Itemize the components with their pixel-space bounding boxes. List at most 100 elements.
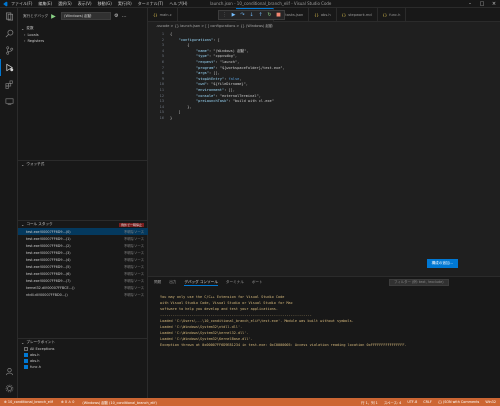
callstack-section: ⌄ コール スタック 例外で一時停止 test.exe!00007FF6D9...… xyxy=(18,220,148,298)
chevron-right-icon: › xyxy=(24,39,26,43)
paused-on-exception-badge: 例外で一時停止 xyxy=(118,222,144,227)
file-type-icon: {} xyxy=(314,13,319,17)
search-icon[interactable] xyxy=(0,25,18,42)
breakpoint-checkbox[interactable] xyxy=(24,353,28,357)
tab-label: abs.h xyxy=(320,13,331,17)
callstack-frame[interactable]: ntdll.dll!00007FFBD0...() 不明なソース xyxy=(18,291,148,298)
stop-icon[interactable]: ■ xyxy=(275,12,282,18)
remote-explorer-icon[interactable] xyxy=(0,93,18,110)
explorer-icon[interactable] xyxy=(0,8,18,25)
menu-item[interactable]: 編集(E) xyxy=(38,1,52,6)
line-text: } xyxy=(170,115,173,120)
breakpoints-section-header[interactable]: ⌄ ブレークポイント xyxy=(18,338,148,346)
step-over-icon[interactable]: ↷ xyxy=(239,12,246,18)
drag-handle-icon[interactable]: ⋮ xyxy=(221,12,228,18)
frame-name: kernel32.dll!00007FFBCE...() xyxy=(26,285,75,290)
frame-source: 不明なソース xyxy=(123,230,144,234)
editor-tab[interactable]: {} stepwork.md xyxy=(337,8,378,22)
callstack-frame[interactable]: test.exe!00007FF6D9...(2) 不明なソース xyxy=(18,242,148,249)
source-control-icon[interactable] xyxy=(0,42,18,59)
panel-tab[interactable]: ターミナル xyxy=(226,280,244,285)
status-item[interactable]: 行 1、列 1 xyxy=(361,400,378,405)
panel-tab[interactable]: ポート xyxy=(252,280,263,285)
continue-icon[interactable]: ▶ xyxy=(230,12,237,18)
panel-tab[interactable]: 問題 xyxy=(154,280,161,285)
code-editor[interactable]: 1{2 "configurations": [3 {4 "name": "(Wi… xyxy=(148,30,500,122)
variables-item[interactable]: › Registers xyxy=(18,38,147,44)
maximize-icon[interactable]: □ xyxy=(476,0,488,8)
menu-item[interactable]: 移動(G) xyxy=(98,1,112,6)
frame-source: 不明なソース xyxy=(123,272,144,276)
callstack-frame[interactable]: test.exe!00007FF6D9...(4) 不明なソース xyxy=(18,256,148,263)
status-launch-config[interactable]: (Windows) 起動 (10_conditional_branch_elif… xyxy=(82,400,156,405)
restart-icon[interactable]: ↻ xyxy=(266,12,273,18)
status-debug-target[interactable]: ⊗ 10_conditional_branch_elif xyxy=(4,400,53,404)
more-actions-icon[interactable]: … xyxy=(122,13,127,19)
chevron-down-icon: ⌄ xyxy=(21,162,25,167)
callstack-frame[interactable]: test.exe!00007FF6D9...(7) 不明なソース xyxy=(18,277,148,284)
panel-tab[interactable]: デバッグ コンソール xyxy=(184,280,218,286)
frame-source: 不明なソース xyxy=(123,279,144,283)
launch-config-select[interactable]: (Windows) 起動 xyxy=(61,12,112,20)
frame-source: 不明なソース xyxy=(123,244,144,248)
file-type-icon: {} xyxy=(341,13,347,17)
callstack-frame[interactable]: test.exe!00007FF6D9...(1) 不明なソース xyxy=(18,235,148,242)
status-item[interactable]: Win32 xyxy=(485,400,496,405)
callstack-frame[interactable]: test.exe!00007FF6D9...(5) 不明なソース xyxy=(18,263,148,270)
editor-tabs: {}main.c{}launch.json{}tasks.json{}abs.h… xyxy=(148,8,500,22)
account-icon[interactable] xyxy=(0,363,18,380)
editor-group: {}main.c{}launch.json{}tasks.json{}abs.h… xyxy=(148,8,500,276)
run-debug-icon[interactable] xyxy=(0,59,18,76)
menu-item[interactable]: ヘルプ(H) xyxy=(169,1,187,6)
close-icon[interactable]: × xyxy=(488,0,500,8)
watch-section-header[interactable]: ⌄ ウォッチ式 xyxy=(18,160,148,168)
menu-item[interactable]: 選択(S) xyxy=(58,1,72,6)
breakpoint-checkbox[interactable] xyxy=(24,347,28,351)
editor-tab[interactable]: {} abs.h xyxy=(309,8,337,22)
breadcrumb[interactable]: .vscode > {} launch.json > [ ] configura… xyxy=(148,22,500,30)
callstack-frame[interactable]: test.exe!00007FF6D9...(6) 不明なソース xyxy=(18,270,148,277)
frame-source: 不明なソース xyxy=(123,286,144,290)
bottom-panel: 問題 出力 デバッグ コンソール ターミナル ポート フィルター (例: text, !… xyxy=(148,276,500,398)
status-item[interactable]: CRLF xyxy=(423,400,432,405)
step-into-icon[interactable]: ↓ xyxy=(248,12,255,18)
breakpoint-item[interactable]: func.h xyxy=(18,364,148,370)
breakpoint-checkbox[interactable] xyxy=(24,359,28,363)
frame-source: 不明なソース xyxy=(123,251,144,255)
debug-console-filter-input[interactable]: フィルター (例: text, !exclude) xyxy=(389,279,449,286)
chevron-down-icon: ⌄ xyxy=(21,222,25,227)
callstack-frame[interactable]: test.exe!00007FF6D9...(0) 不明なソース xyxy=(18,228,148,235)
status-item[interactable]: {} JSON with Comments xyxy=(438,400,479,405)
gear-icon[interactable] xyxy=(0,380,18,397)
status-problems[interactable]: ⊗ 0 ⚠ 0 xyxy=(61,400,74,404)
step-out-icon[interactable]: ↑ xyxy=(257,12,264,18)
callstack-section-header[interactable]: ⌄ コール スタック 例外で一時停止 xyxy=(18,220,148,228)
editor-tab[interactable]: {} main.c xyxy=(148,8,178,22)
chevron-down-icon: ⌄ xyxy=(21,340,25,345)
frame-name: test.exe!00007FF6D9...(4) xyxy=(26,257,71,262)
add-configuration-button[interactable]: 構成の追加... xyxy=(426,259,458,268)
panel-tab[interactable]: 出力 xyxy=(169,280,176,285)
start-debugging-icon[interactable]: ▶ xyxy=(51,13,58,20)
menu-item[interactable]: 表示(V) xyxy=(78,1,92,6)
window-title: launch.json - 10_conditional_branch_elif… xyxy=(210,1,332,6)
console-line: Exception thrown at 0x00007FF6D9E81234 i… xyxy=(160,343,407,347)
frame-name: test.exe!00007FF6D9...(0) xyxy=(26,229,71,234)
status-bar: ⊗ 10_conditional_branch_elif ⊗ 0 ⚠ 0 (Wi… xyxy=(0,398,500,406)
status-item[interactable]: UTF-8 xyxy=(407,400,417,405)
settings-gear-icon[interactable]: ⚙ xyxy=(114,13,118,19)
menu-item[interactable]: 実行(R) xyxy=(118,1,132,6)
minimize-icon[interactable]: – xyxy=(464,0,476,8)
tab-label: func.h xyxy=(389,13,401,17)
status-item[interactable]: スペース: 4 xyxy=(384,400,402,405)
variables-section-header[interactable]: ⌄ 変数 xyxy=(18,24,147,32)
menu-item[interactable]: ターミナル(T) xyxy=(138,1,164,6)
extensions-icon[interactable] xyxy=(0,76,18,93)
callstack-frame[interactable]: test.exe!00007FF6D9...(3) 不明なソース xyxy=(18,249,148,256)
run-debug-sidebar: 実行とデバッグ ▶ (Windows) 起動 ⚙ … ⌄ 変数 › Locals ›… xyxy=(18,8,148,398)
callstack-frame[interactable]: kernel32.dll!00007FFBCE...() 不明なソース xyxy=(18,284,148,291)
editor-tab[interactable]: {} func.h xyxy=(378,8,407,22)
menu-item[interactable]: ファイル(F) xyxy=(11,1,32,6)
code-line: 16} xyxy=(148,116,500,122)
breakpoint-checkbox[interactable] xyxy=(24,365,28,369)
